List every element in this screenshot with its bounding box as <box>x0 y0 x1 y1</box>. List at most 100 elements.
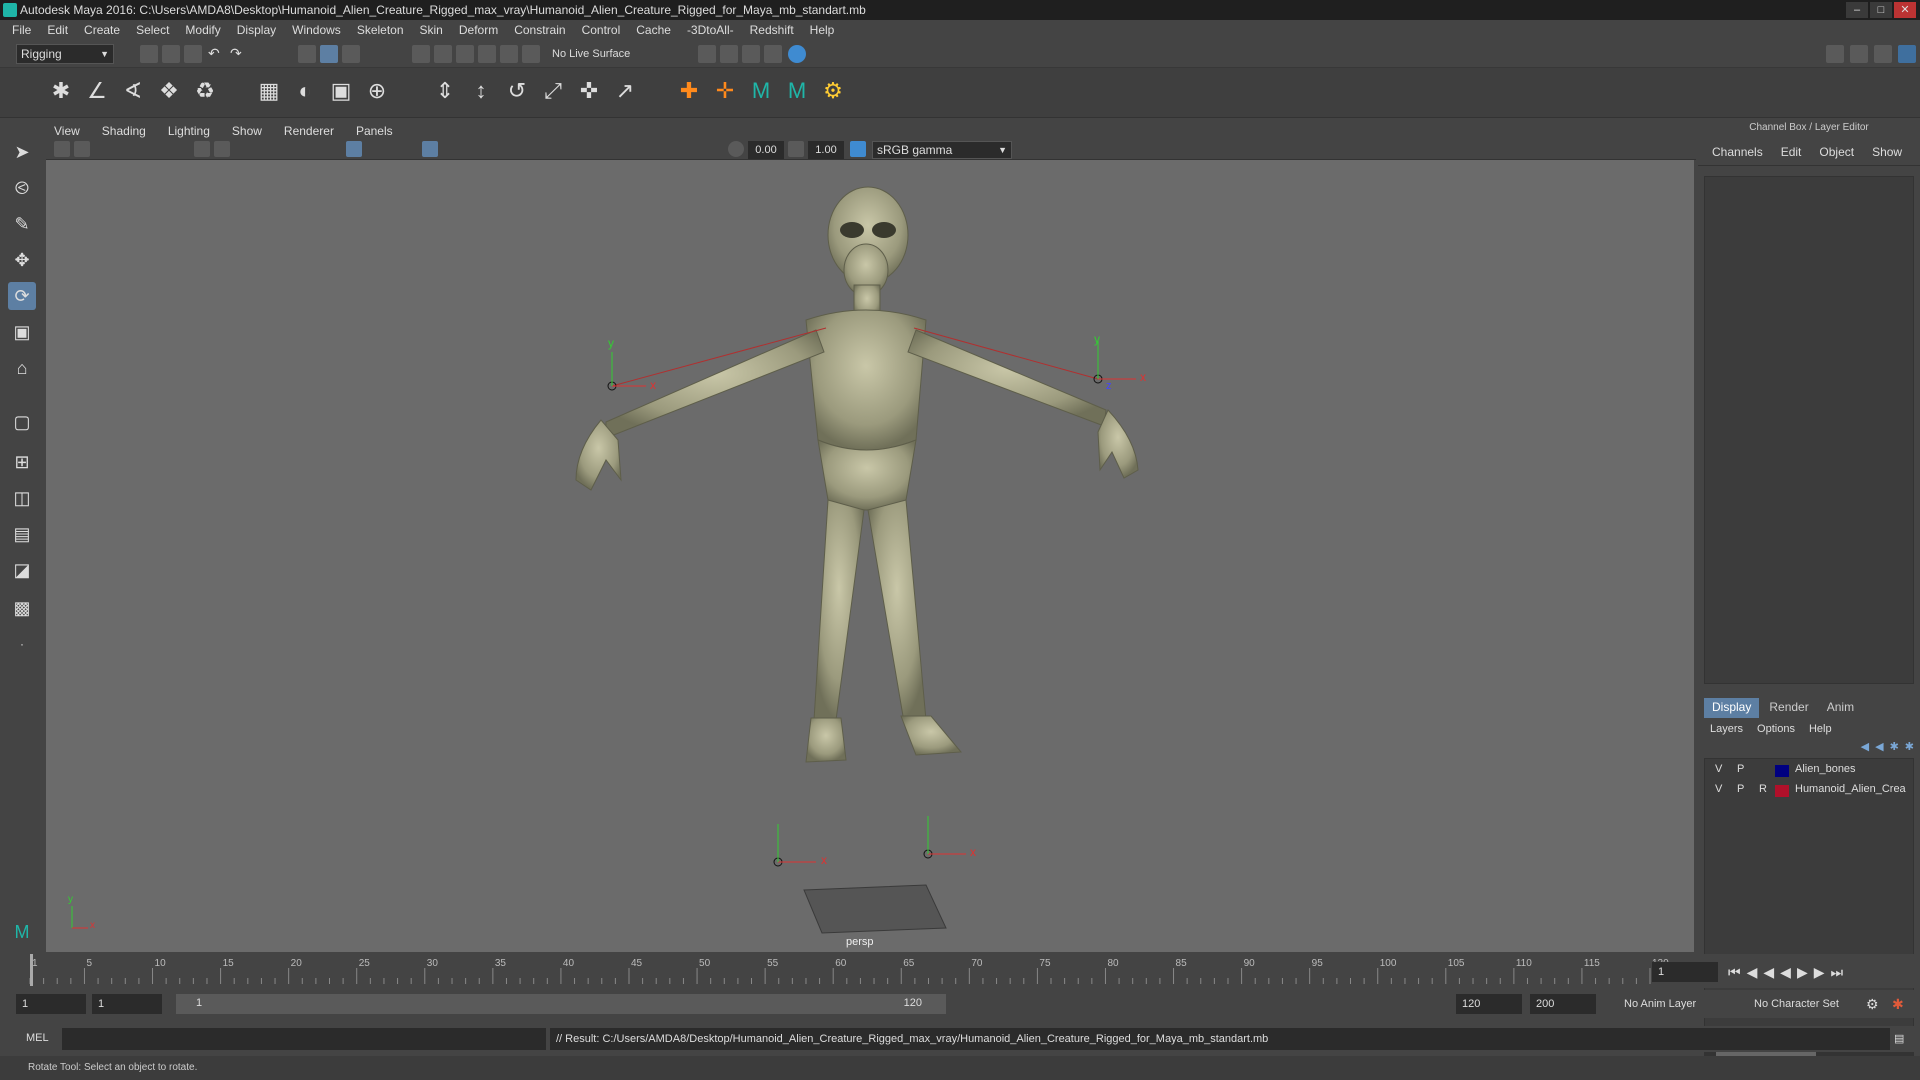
menu-select[interactable]: Select <box>136 23 169 37</box>
open-scene-icon[interactable] <box>162 45 180 63</box>
script-language[interactable]: MEL <box>26 1032 49 1044</box>
time-slider[interactable]: 1 5 10 15 20 25 30 35 40 45 50 55 60 65 70 75 80 85 90 95 10… <box>0 954 1920 988</box>
layer-color-swatch[interactable] <box>1775 765 1789 777</box>
pole-vector-icon[interactable]: ↗ <box>612 78 638 104</box>
snap-point-icon[interactable] <box>456 45 474 63</box>
start-time-field[interactable]: 1 <box>16 994 86 1014</box>
key-icon[interactable]: ⚙ <box>820 78 846 104</box>
exposure-field[interactable]: 0.00 <box>748 141 784 159</box>
menu-create[interactable]: Create <box>84 23 120 37</box>
joint-locator-right-ankle[interactable] <box>923 816 966 859</box>
layer-playback[interactable]: P <box>1737 783 1744 795</box>
scale-tool-icon[interactable]: ▣ <box>8 318 36 346</box>
layer-menu-help[interactable]: Help <box>1809 723 1832 735</box>
cluster-icon[interactable]: ⊕ <box>364 78 390 104</box>
time-ruler[interactable]: 1 5 10 15 20 25 30 35 40 45 50 55 60 65 70 75 80 85 90 95 10… <box>26 954 1686 988</box>
play-forward-icon[interactable]: ▶ <box>1797 964 1808 981</box>
viewport-menu-view[interactable]: View <box>54 124 80 138</box>
lattice-icon[interactable]: ▣ <box>328 78 354 104</box>
gamma-icon[interactable] <box>788 141 804 157</box>
select-component-icon[interactable] <box>342 45 360 63</box>
exposure-icon[interactable] <box>728 141 744 157</box>
layer-row[interactable]: V P Alien_bones <box>1709 763 1919 781</box>
live-surface-field[interactable]: No Live Surface <box>552 44 648 64</box>
menu-cache[interactable]: Cache <box>636 23 671 37</box>
undo-icon[interactable]: ↶ <box>208 45 226 63</box>
lasso-tool-icon[interactable]: ⧀ <box>8 174 36 202</box>
orient-constraint-icon[interactable]: ↺ <box>504 78 530 104</box>
parent-constraint-icon[interactable]: ⇕ <box>432 78 458 104</box>
modeling-toolkit-icon[interactable] <box>1826 45 1844 63</box>
channelbox-menu-channels[interactable]: Channels <box>1712 145 1763 159</box>
playback-start-field[interactable]: 1 <box>92 994 162 1014</box>
joint-tool-icon[interactable]: ✱ <box>48 78 74 104</box>
select-object-icon[interactable] <box>320 45 338 63</box>
script-editor-icon[interactable]: ▤ <box>1894 1032 1904 1045</box>
layer-playback[interactable]: P <box>1737 763 1744 775</box>
viewport-menu-panels[interactable]: Panels <box>356 124 393 138</box>
layout-stack-icon[interactable]: ▤ <box>8 520 36 548</box>
tool-settings-icon[interactable] <box>1874 45 1892 63</box>
layer-name[interactable]: Alien_bones <box>1795 763 1856 775</box>
tab-anim[interactable]: Anim <box>1819 698 1862 718</box>
manipulator-icon[interactable]: ⌂ <box>8 354 36 382</box>
gamma-field[interactable]: 1.00 <box>808 141 844 159</box>
layout-four-icon[interactable]: ⊞ <box>8 448 36 476</box>
layer-visibility[interactable]: V <box>1715 783 1722 795</box>
scale-constraint-icon[interactable]: ⤢ <box>540 78 566 104</box>
select-hierarchy-icon[interactable] <box>298 45 316 63</box>
smooth-shade-icon[interactable] <box>346 141 362 157</box>
layer-menu-layers[interactable]: Layers <box>1710 723 1743 735</box>
layer-name[interactable]: Humanoid_Alien_Crea <box>1795 783 1913 795</box>
move-layer-down-icon[interactable]: ◀ <box>1875 740 1883 754</box>
go-to-start-icon[interactable]: ⏮ <box>1728 964 1741 981</box>
layout-more-icon[interactable]: · <box>8 630 36 658</box>
hypershade-icon[interactable] <box>788 45 806 63</box>
point-constraint-icon[interactable]: ↕ <box>468 78 494 104</box>
tab-display[interactable]: Display <box>1704 698 1760 718</box>
range-slider[interactable]: 1 120 <box>176 994 946 1014</box>
render-settings-icon[interactable] <box>698 45 716 63</box>
snap-grid-icon[interactable] <box>412 45 430 63</box>
menu-file[interactable]: File <box>12 23 31 37</box>
humanik-icon[interactable]: ♻ <box>192 78 218 104</box>
maya-m2-icon[interactable]: M <box>784 78 810 104</box>
layout-persp-graph-icon[interactable]: ◪ <box>8 556 36 584</box>
menu-edit[interactable]: Edit <box>47 23 68 37</box>
menu-skeleton[interactable]: Skeleton <box>357 23 404 37</box>
layer-row[interactable]: V P R Humanoid_Alien_Crea <box>1709 783 1919 801</box>
menu-3dtoall[interactable]: -3DtoAll- <box>687 23 734 37</box>
color-space-dropdown[interactable]: sRGB gamma ▼ <box>872 141 1012 159</box>
new-layer-selected-icon[interactable]: ✱ <box>1905 740 1914 754</box>
menu-display[interactable]: Display <box>237 23 276 37</box>
ipr-render-icon[interactable] <box>742 45 760 63</box>
film-gate-icon[interactable] <box>214 141 230 157</box>
locator-icon[interactable]: ✚ <box>676 78 702 104</box>
color-management-icon[interactable] <box>850 141 866 157</box>
layout-hypershade-icon[interactable]: ▩ <box>8 594 36 622</box>
menu-help[interactable]: Help <box>810 23 835 37</box>
render-view-icon[interactable] <box>764 45 782 63</box>
playback-end-field[interactable]: 120 <box>1456 994 1522 1014</box>
end-time-field[interactable]: 200 <box>1530 994 1596 1014</box>
play-back-icon[interactable]: ◀ <box>1780 964 1791 981</box>
channelbox-menu-edit[interactable]: Edit <box>1781 145 1802 159</box>
layer-menu-options[interactable]: Options <box>1757 723 1795 735</box>
go-to-end-icon[interactable]: ⏭ <box>1831 964 1844 981</box>
paint-weights-icon[interactable]: ◐ <box>292 78 318 104</box>
menu-deform[interactable]: Deform <box>459 23 498 37</box>
snap-view-icon[interactable] <box>478 45 496 63</box>
ik-spline-icon[interactable]: ❖ <box>156 78 182 104</box>
joint-locator-right-wrist[interactable] <box>1093 340 1136 384</box>
snap-surface-icon[interactable] <box>500 45 518 63</box>
cluster-locator-icon[interactable]: ✛ <box>712 78 738 104</box>
snap-curve-icon[interactable] <box>434 45 452 63</box>
save-scene-icon[interactable] <box>184 45 202 63</box>
layout-single-icon[interactable]: ▢ <box>8 408 36 436</box>
channel-list[interactable] <box>1704 176 1914 684</box>
rotate-tool-icon[interactable]: ⟳ <box>8 282 36 310</box>
viewport-menu-shading[interactable]: Shading <box>102 124 146 138</box>
perspective-viewport[interactable]: y x y x z x x y x persp <box>46 160 1694 952</box>
minimize-button[interactable]: – <box>1846 2 1868 18</box>
alien-character-mesh[interactable] <box>575 186 1139 763</box>
